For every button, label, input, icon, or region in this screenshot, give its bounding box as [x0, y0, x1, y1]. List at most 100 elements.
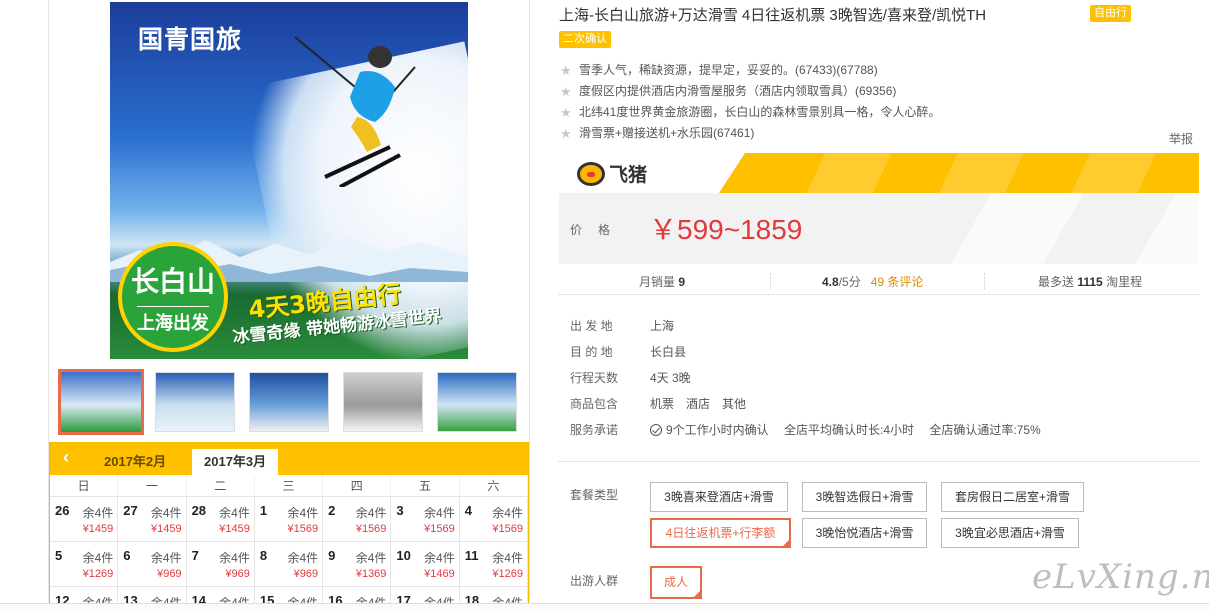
thumbnail-4[interactable] — [343, 372, 423, 432]
day-price: ¥969 — [157, 568, 182, 580]
stats-bar: 月销量 9 4.8/5分 49 条评论 最多送 1115 淘里程 — [559, 269, 1199, 295]
package-label: 套餐类型 — [570, 488, 619, 502]
day-stock: 余4件 — [492, 506, 523, 520]
calendar-day-cell[interactable]: 5 余4件 ¥1269 — [50, 542, 119, 587]
package-option-2[interactable]: 3晚智选假日+滑雪 — [802, 482, 927, 512]
calendar-header: ‹ 2017年2月 2017年3月 — [50, 443, 528, 475]
thumbnail-image — [344, 373, 422, 431]
calendar-day-cell[interactable]: 6 余4件 ¥969 — [118, 542, 187, 587]
tab-month-feb[interactable]: 2017年2月 — [92, 449, 178, 475]
info-includes: 商品包含 机票 酒店 其他 — [570, 396, 1190, 422]
day-stock: 余4件 — [150, 506, 182, 520]
highlight-list: ★ 雪季人气，稀缺资源，提早定，妥妥的。(67433)(67788) ★ 度假区内提… — [559, 62, 1199, 146]
day-stock: 余4件 — [355, 551, 387, 565]
calendar-day-cell[interactable]: 28 余4件 ¥1459 — [186, 497, 255, 542]
main-product-image[interactable]: 国青国旅 长白山 上海出发 4天3晚自由行 冰雪奇缘 带她畅游冰雪世界 — [110, 2, 468, 359]
day-stock: 余4件 — [287, 506, 319, 520]
price-label: 价格 — [570, 223, 627, 237]
package-option-3[interactable]: 套房假日二居室+滑雪 — [941, 482, 1084, 512]
day-number: 3 — [396, 503, 404, 518]
brand-logo: 国青国旅 — [138, 25, 243, 54]
info-value-wrap: 9个工作小时内确认 全店平均确认时长:4小时 全店确认通过率:75% — [650, 422, 1041, 439]
calendar-day-cell[interactable]: 26 余4件 ¥1459 — [50, 497, 119, 542]
info-service: 服务承诺 9个工作小时内确认 全店平均确认时长:4小时 全店确认通过率:75% — [570, 422, 1190, 448]
day-number: 2 — [328, 503, 336, 518]
day-number: 10 — [396, 548, 411, 563]
weekday-header: 五 — [391, 475, 460, 497]
weekday-header: 六 — [459, 475, 528, 497]
free-travel-tag: 自由行 — [1090, 5, 1131, 22]
monthly-sales-label: 月销量 — [639, 275, 676, 289]
highlight-item: ★ 雪季人气，稀缺资源，提早定，妥妥的。(67433)(67788) — [559, 62, 1199, 83]
mileage-value: 1115 — [1077, 275, 1103, 289]
package-option-5[interactable]: 3晚怡悦酒店+滑雪 — [802, 518, 927, 548]
mileage-suffix: 淘里程 — [1106, 275, 1143, 289]
info-value: 上海 — [650, 319, 675, 333]
review-count: 49 — [870, 275, 885, 289]
info-value: 长白县 — [650, 345, 687, 359]
stats-separator — [770, 273, 771, 289]
product-detail-column: 上海-长白山旅游+万达滑雪 4日往返机票 3晚智选/喜来登/凯悦TH 自由行 二… — [559, 0, 1199, 611]
info-destination: 目 的 地 长白县 — [570, 344, 1190, 370]
day-stock: 余4件 — [219, 551, 250, 565]
review-label: 条评论 — [887, 275, 924, 289]
day-price: ¥969 — [225, 568, 250, 580]
day-stock: 余4件 — [219, 506, 250, 520]
day-number: 26 — [55, 503, 70, 518]
calendar-day-cell[interactable]: 1 余4件 ¥1569 — [254, 497, 324, 542]
fliggy-logo: 飞猪 — [577, 160, 647, 187]
price-panel-decoration — [899, 193, 1199, 264]
thumbnail-1[interactable] — [58, 369, 144, 435]
report-link[interactable]: 举报 — [1169, 130, 1193, 147]
star-icon: ★ — [560, 63, 572, 78]
calendar-day-cell[interactable]: 9 余4件 ¥1369 — [323, 542, 392, 587]
package-option-1[interactable]: 3晚喜来登酒店+滑雪 — [650, 482, 788, 512]
calendar-day-cell[interactable]: 4 余4件 ¥1569 — [459, 497, 528, 542]
rating[interactable]: 4.8/5分 49 条评论 — [822, 273, 923, 290]
day-price: ¥1269 — [82, 568, 114, 580]
thumbnail-2[interactable] — [155, 372, 235, 432]
package-option-4[interactable]: 4日往返机票+行李额 — [650, 518, 791, 548]
banner-white-wedge — [719, 153, 745, 193]
day-stock: 余4件 — [82, 506, 114, 520]
info-label: 服务承诺 — [570, 423, 619, 437]
thumbnail-5[interactable] — [437, 372, 517, 432]
day-stock: 余4件 — [492, 551, 523, 565]
highlight-text: 滑雪票+赠接送机+水乐园(67461) — [579, 126, 755, 140]
weekday-header: 一 — [118, 475, 187, 497]
rating-suffix: /5分 — [838, 275, 861, 289]
day-price: ¥1569 — [287, 523, 319, 535]
info-label: 商品包含 — [570, 397, 619, 411]
monthly-sales-value: 9 — [678, 275, 686, 289]
thumbnail-3[interactable] — [249, 372, 329, 432]
calendar-day-cell[interactable]: 10 余4件 ¥1469 — [391, 542, 460, 587]
check-circle-icon — [650, 424, 662, 436]
day-number: 28 — [191, 503, 207, 518]
highlight-text: 度假区内提供酒店内滑雪屋服务（酒店内领取雪具）(69356) — [579, 84, 897, 98]
day-stock: 余4件 — [355, 506, 387, 520]
calendar-day-cell[interactable]: 8 余4件 ¥969 — [254, 542, 324, 587]
day-number: 27 — [123, 503, 138, 518]
thumbnail-image — [438, 373, 516, 431]
calendar-day-cell[interactable]: 27 余4件 ¥1459 — [118, 497, 187, 542]
day-price: ¥1569 — [424, 523, 455, 535]
calendar-day-cell[interactable]: 2 余4件 ¥1569 — [323, 497, 392, 542]
price-value: ￥599~1859 — [649, 214, 803, 245]
day-number: 7 — [191, 548, 199, 563]
day-price: ¥1569 — [492, 523, 523, 535]
highlight-text: 雪季人气，稀缺资源，提早定，妥妥的。(67433)(67788) — [579, 63, 878, 77]
calendar-day-cell[interactable]: 11 余4件 ¥1269 — [459, 542, 528, 587]
highlight-item: ★ 滑雪票+赠接送机+水乐园(67461) — [559, 125, 1199, 146]
info-duration: 行程天数 4天 3晚 — [570, 370, 1190, 396]
package-option-6[interactable]: 3晚宜必思酒店+滑雪 — [941, 518, 1079, 548]
chevron-left-icon[interactable]: ‹ — [56, 447, 76, 471]
section-divider — [559, 461, 1199, 462]
calendar-day-cell[interactable]: 3 余4件 ¥1569 — [391, 497, 460, 542]
price-banner: 飞猪 — [559, 153, 1199, 193]
calendar-day-cell[interactable]: 7 余4件 ¥969 — [186, 542, 255, 587]
day-price: ¥1459 — [82, 523, 114, 535]
traveler-type-adult[interactable]: 成人 — [650, 566, 702, 599]
price-panel: 飞猪 价格 ￥599~1859 — [559, 153, 1199, 264]
tab-month-mar[interactable]: 2017年3月 — [192, 449, 279, 475]
day-number: 11 — [464, 548, 479, 563]
